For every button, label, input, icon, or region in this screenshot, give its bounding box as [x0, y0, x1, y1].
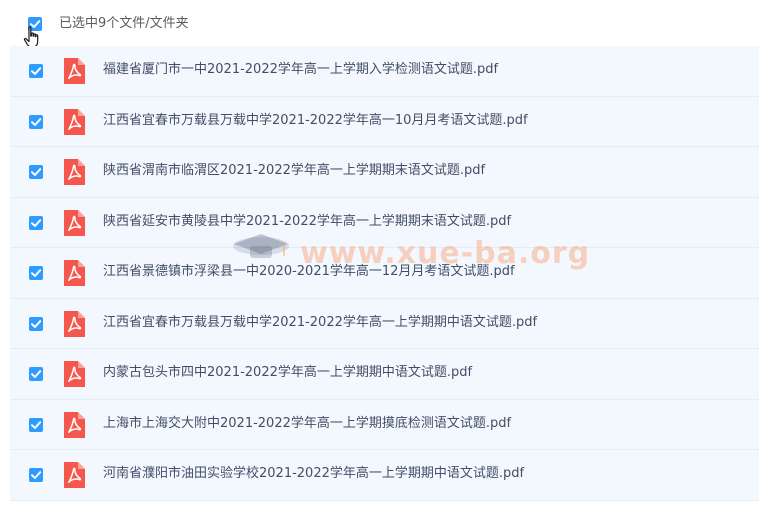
file-name[interactable]: 陕西省渭南市临渭区2021-2022学年高一上学期期末语文试题.pdf — [103, 162, 485, 180]
checkmark-icon — [31, 370, 42, 378]
pdf-icon — [64, 411, 85, 438]
file-name[interactable]: 江西省宜春市万载县万载中学2021-2022学年高一10月月考语文试题.pdf — [103, 112, 528, 130]
file-name[interactable]: 江西省宜春市万载县万载中学2021-2022学年高一上学期期中语文试题.pdf — [103, 314, 537, 332]
file-list-page: 已选中9个文件/文件夹 福建省厦门市一中2021-2022学年高一上学期入学检测… — [0, 0, 759, 515]
pdf-icon — [64, 310, 85, 337]
pdf-icon — [64, 209, 85, 236]
file-row[interactable]: 江西省宜春市万载县万载中学2021-2022学年高一10月月考语文试题.pdf — [10, 96, 759, 147]
checkmark-icon — [31, 269, 42, 277]
pdf-icon — [64, 361, 85, 387]
checkmark-icon — [31, 117, 42, 126]
file-checkbox[interactable] — [29, 64, 43, 78]
file-row[interactable]: 河南省濮阳市油田实验学校2021-2022学年高一上学期期中语文试题.pdf — [10, 450, 759, 501]
pdf-icon — [64, 159, 85, 185]
file-row[interactable]: 江西省景德镇市浮梁县一中2020-2021学年高一12月月考语文试题.pdf — [10, 248, 759, 299]
file-name[interactable]: 河南省濮阳市油田实验学校2021-2022学年高一上学期期中语文试题.pdf — [103, 465, 524, 483]
file-row[interactable]: 陕西省渭南市临渭区2021-2022学年高一上学期期末语文试题.pdf — [10, 147, 759, 198]
file-checkbox[interactable] — [29, 367, 43, 381]
selection-header: 已选中9个文件/文件夹 — [0, 0, 759, 46]
file-row[interactable]: 内蒙古包头市四中2021-2022学年高一上学期期中语文试题.pdf — [10, 349, 759, 400]
file-row[interactable]: 福建省厦门市一中2021-2022学年高一上学期入学检测语文试题.pdf — [10, 46, 759, 97]
file-checkbox[interactable] — [29, 468, 43, 482]
file-name[interactable]: 陕西省延安市黄陵县中学2021-2022学年高一上学期期末语文试题.pdf — [103, 213, 511, 231]
checkmark-icon — [31, 319, 42, 328]
file-row[interactable]: 陕西省延安市黄陵县中学2021-2022学年高一上学期期末语文试题.pdf — [10, 197, 759, 248]
pdf-icon — [64, 260, 85, 286]
checkmark-icon — [31, 67, 42, 75]
pdf-icon — [64, 58, 85, 84]
pdf-icon — [64, 108, 85, 135]
selection-summary: 已选中9个文件/文件夹 — [59, 16, 189, 31]
file-name[interactable]: 内蒙古包头市四中2021-2022学年高一上学期期中语文试题.pdf — [103, 364, 472, 382]
pdf-icon — [64, 462, 85, 488]
file-list: 福建省厦门市一中2021-2022学年高一上学期入学检测语文试题.pdf 江西省… — [10, 46, 759, 501]
file-name[interactable]: 江西省景德镇市浮梁县一中2020-2021学年高一12月月考语文试题.pdf — [103, 263, 515, 281]
checkmark-icon — [31, 168, 42, 176]
file-row[interactable]: 江西省宜春市万载县万载中学2021-2022学年高一上学期期中语文试题.pdf — [10, 298, 759, 349]
file-name[interactable]: 福建省厦门市一中2021-2022学年高一上学期入学检测语文试题.pdf — [103, 61, 498, 79]
file-row[interactable]: 上海市上海交大附中2021-2022学年高一上学期摸底检测语文试题.pdf — [10, 399, 759, 450]
file-checkbox[interactable] — [29, 165, 43, 179]
file-checkbox[interactable] — [29, 417, 43, 432]
checkmark-icon — [31, 218, 42, 227]
file-checkbox[interactable] — [29, 114, 43, 129]
file-checkbox[interactable] — [29, 215, 43, 230]
file-checkbox[interactable] — [29, 316, 43, 331]
file-checkbox[interactable] — [29, 266, 43, 280]
checkmark-icon — [31, 471, 42, 479]
checkmark-icon — [31, 420, 42, 429]
file-name[interactable]: 上海市上海交大附中2021-2022学年高一上学期摸底检测语文试题.pdf — [103, 415, 511, 433]
